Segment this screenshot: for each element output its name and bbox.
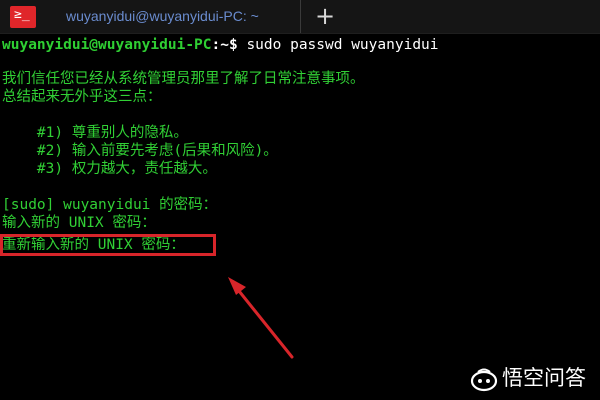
annotation-arrow-icon	[228, 277, 294, 359]
terminal-window: ≥_ wuyanyidui@wuyanyidui-PC: ~ + wuyanyi…	[0, 0, 600, 400]
wukong-logo-icon	[470, 368, 498, 392]
watermark: 悟空问答	[470, 364, 586, 392]
watermark-text: 悟空问答	[502, 366, 586, 390]
